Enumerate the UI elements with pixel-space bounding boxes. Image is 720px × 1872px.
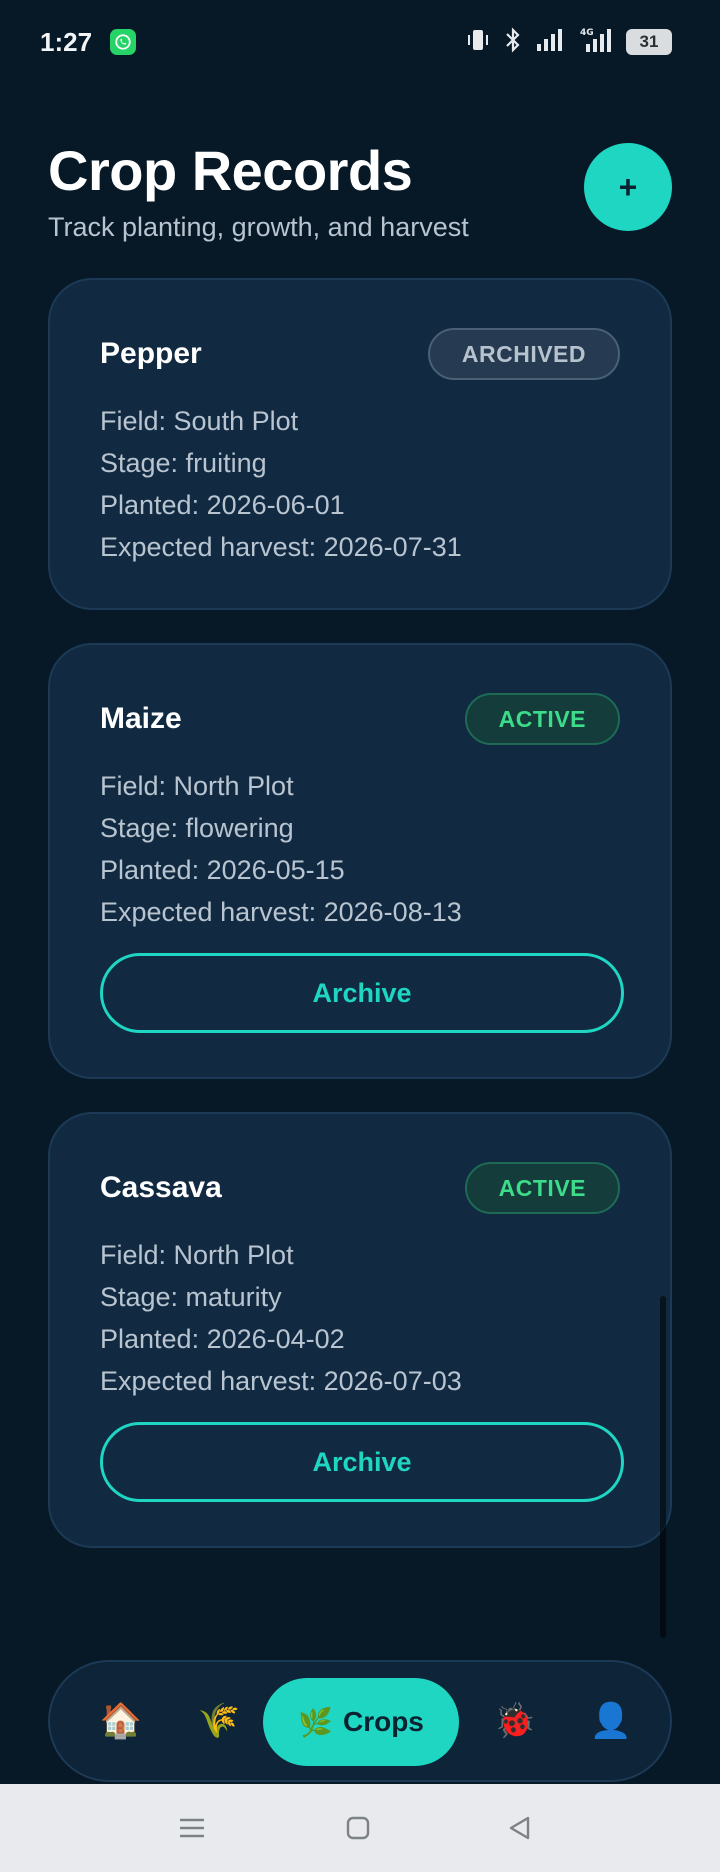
crop-card-maize[interactable]: Maize ACTIVE Field: North Plot Stage: fl… — [48, 643, 672, 1079]
svg-text:4G: 4G — [580, 28, 594, 38]
crop-name: Maize — [100, 702, 182, 735]
crop-name: Cassava — [100, 1171, 222, 1204]
crop-planted: Planted: 2026-05-15 — [100, 855, 345, 885]
battery-icon: 31 — [626, 29, 672, 55]
add-crop-button[interactable]: + — [584, 143, 672, 231]
nav-crops-label: Crops — [342, 1706, 424, 1737]
home-square-icon[interactable] — [338, 1808, 378, 1848]
card-header: Cassava ACTIVE — [100, 1162, 620, 1214]
crop-expected-harvest: Expected harvest: 2026-07-31 — [100, 532, 462, 562]
scrollbar[interactable] — [660, 1296, 666, 1638]
crop-field: Field: North Plot — [100, 771, 294, 801]
crop-stage: Stage: fruiting — [100, 448, 267, 478]
nav-crops-tab[interactable]: 🌿 Crops — [263, 1678, 459, 1766]
archive-button[interactable]: Archive — [100, 1422, 624, 1502]
signal-icon — [536, 28, 564, 57]
status-bar: 1:27 4G 31 — [0, 0, 720, 84]
nav-home-icon[interactable]: 🏠 — [84, 1684, 158, 1758]
card-header: Maize ACTIVE — [100, 693, 620, 745]
status-badge: ACTIVE — [464, 693, 620, 745]
system-nav-bar — [0, 1784, 720, 1872]
nav-harvest-icon[interactable]: 🌾 — [182, 1684, 256, 1758]
crop-expected-harvest: Expected harvest: 2026-08-13 — [100, 897, 462, 927]
crop-field: Field: North Plot — [100, 1240, 294, 1270]
back-triangle-icon[interactable] — [500, 1808, 540, 1848]
card-header: Pepper ARCHIVED — [100, 328, 620, 380]
crop-planted: Planted: 2026-06-01 — [100, 490, 345, 520]
signal-4g-icon: 4G — [578, 26, 612, 59]
crop-card-cassava[interactable]: Cassava ACTIVE Field: North Plot Stage: … — [48, 1112, 672, 1548]
crop-planted: Planted: 2026-04-02 — [100, 1324, 345, 1354]
nav-pests-icon[interactable]: 🐞 — [478, 1684, 552, 1758]
nav-profile-icon[interactable]: 👤 — [574, 1684, 648, 1758]
bottom-nav: 🏠 🌾 🌿 Crops 🐞 👤 — [48, 1660, 672, 1782]
recent-apps-icon[interactable] — [172, 1808, 212, 1848]
archive-button[interactable]: Archive — [100, 953, 624, 1033]
status-badge: ACTIVE — [464, 1162, 620, 1214]
page-subtitle: Track planting, growth, and harvest — [48, 212, 469, 242]
vibrate-icon — [466, 27, 490, 58]
crop-field: Field: South Plot — [100, 406, 299, 436]
crop-stage: Stage: maturity — [100, 1282, 282, 1312]
crops-leaf-icon: 🌿 — [298, 1706, 333, 1738]
crop-expected-harvest: Expected harvest: 2026-07-03 — [100, 1366, 462, 1396]
crop-stage: Stage: flowering — [100, 813, 294, 843]
status-right: 4G 31 — [466, 26, 672, 59]
whatsapp-icon — [110, 29, 137, 55]
page-title: Crop Records — [48, 139, 413, 202]
crop-name: Pepper — [100, 337, 202, 370]
status-time: 1:27 — [40, 26, 93, 57]
bluetooth-icon — [504, 26, 522, 58]
status-badge: ARCHIVED — [427, 328, 620, 380]
crop-card-pepper[interactable]: Pepper ARCHIVED Field: South Plot Stage:… — [48, 278, 672, 610]
status-left: 1:27 — [40, 26, 137, 58]
